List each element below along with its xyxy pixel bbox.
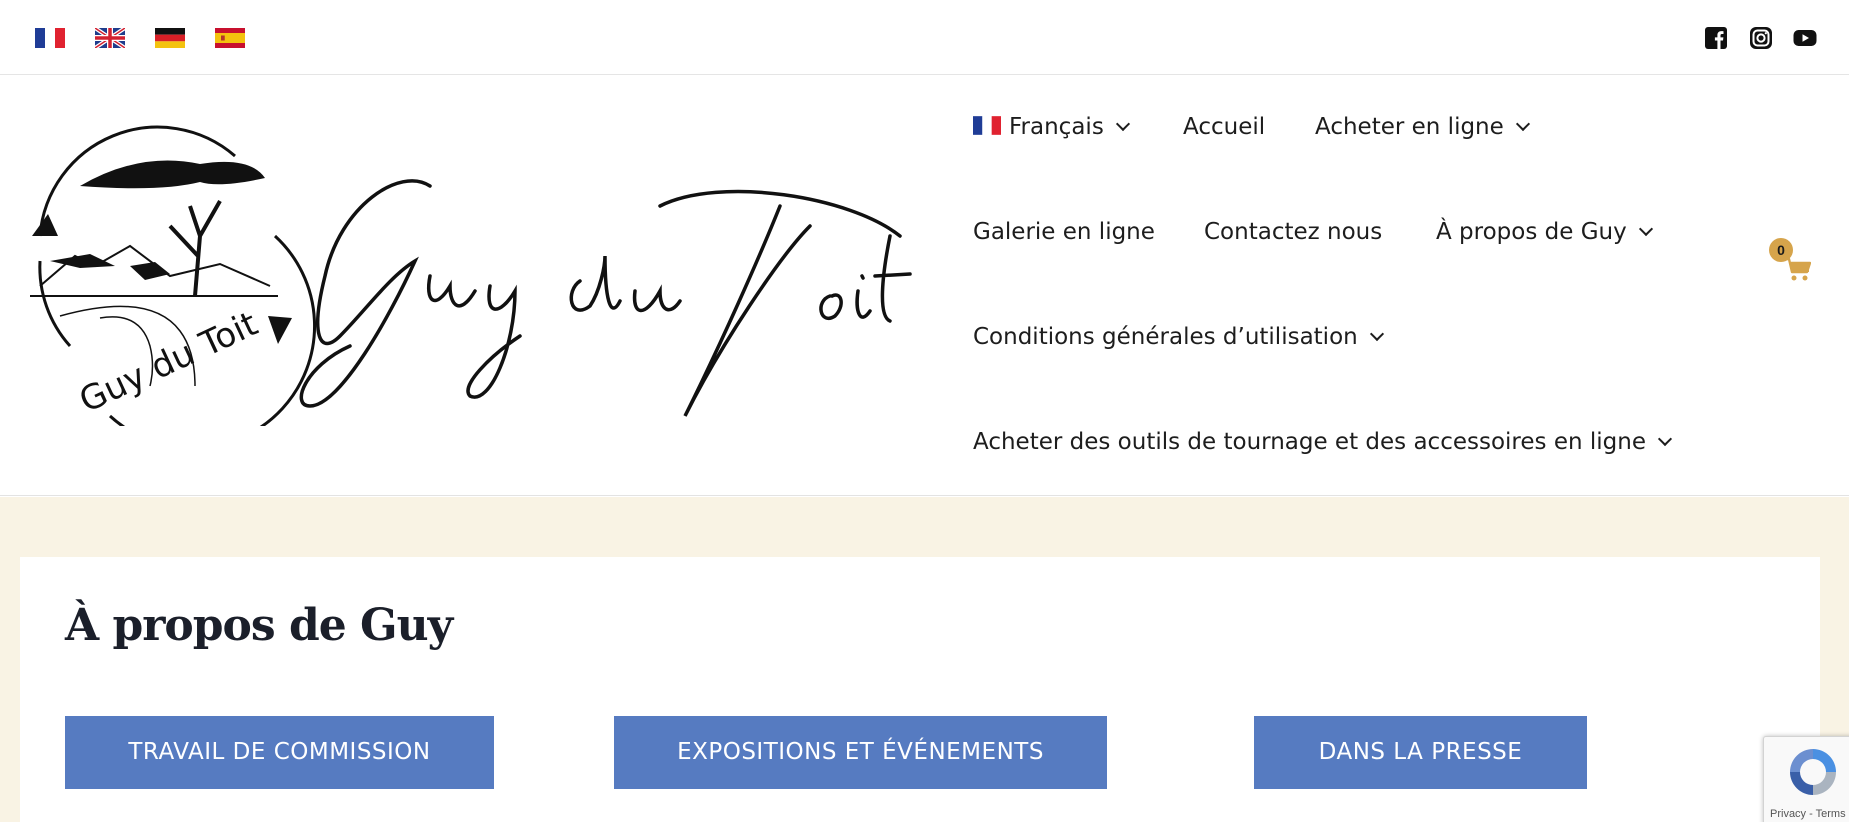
flag-fr-icon[interactable] [35, 28, 65, 48]
cart-count-badge: 0 [1769, 238, 1793, 262]
chevron-down-icon [1657, 431, 1673, 447]
chevron-down-icon [1638, 221, 1653, 237]
nav-item-tools[interactable]: Acheter des outils de tournage et des ac… [973, 427, 1673, 457]
commission-work-button[interactable]: TRAVAIL DE COMMISSION [65, 716, 494, 789]
nav-item-terms[interactable]: Conditions générales d’utilisation [973, 322, 1384, 352]
nav-item-buy-online-label: Acheter en ligne [1315, 114, 1504, 140]
chevron-down-icon [1515, 116, 1530, 132]
site-logo[interactable]: Guy du Toit [20, 86, 920, 426]
recaptcha-icon [1790, 749, 1836, 795]
nav-item-gallery[interactable]: Galerie en ligne [973, 217, 1155, 247]
nav-item-tools-label: Acheter des outils de tournage et des ac… [973, 429, 1646, 455]
chevron-down-icon [1369, 326, 1384, 342]
flag-es-icon[interactable] [215, 28, 245, 48]
top-bar [0, 0, 1849, 75]
cart-button[interactable]: 0 [1769, 238, 1813, 286]
flag-uk-icon[interactable] [95, 28, 125, 48]
recaptcha-footer-text[interactable]: Privacy - Terms [1770, 808, 1846, 820]
nav-item-about-label: À propos de Guy [1436, 219, 1627, 245]
nav-item-terms-label: Conditions générales d’utilisation [973, 324, 1358, 350]
logo-script-text [299, 179, 912, 417]
in-the-press-button[interactable]: DANS LA PRESSE [1254, 716, 1587, 789]
nav-item-contact[interactable]: Contactez nous [1204, 217, 1382, 247]
nav-item-home[interactable]: Accueil [1183, 112, 1265, 142]
instagram-icon[interactable] [1749, 26, 1773, 50]
flag-de-icon[interactable] [155, 28, 185, 48]
facebook-icon[interactable] [1704, 26, 1728, 50]
logo-circle-text: Guy du Toit [73, 304, 263, 421]
exhibitions-events-button[interactable]: EXPOSITIONS ET ÉVÉNEMENTS [614, 716, 1107, 789]
nav-item-about[interactable]: À propos de Guy [1436, 217, 1653, 247]
recaptcha-badge[interactable]: Privacy - Terms [1763, 736, 1849, 822]
flag-fr-icon [973, 116, 1001, 135]
nav-language-label: Français [1009, 114, 1104, 140]
nav-item-buy-online[interactable]: Acheter en ligne [1315, 112, 1530, 142]
page-title: À propos de Guy [65, 600, 453, 651]
youtube-icon[interactable] [1793, 26, 1817, 50]
chevron-down-icon [1115, 116, 1130, 132]
nav-language-switcher[interactable]: Français [973, 112, 1130, 142]
